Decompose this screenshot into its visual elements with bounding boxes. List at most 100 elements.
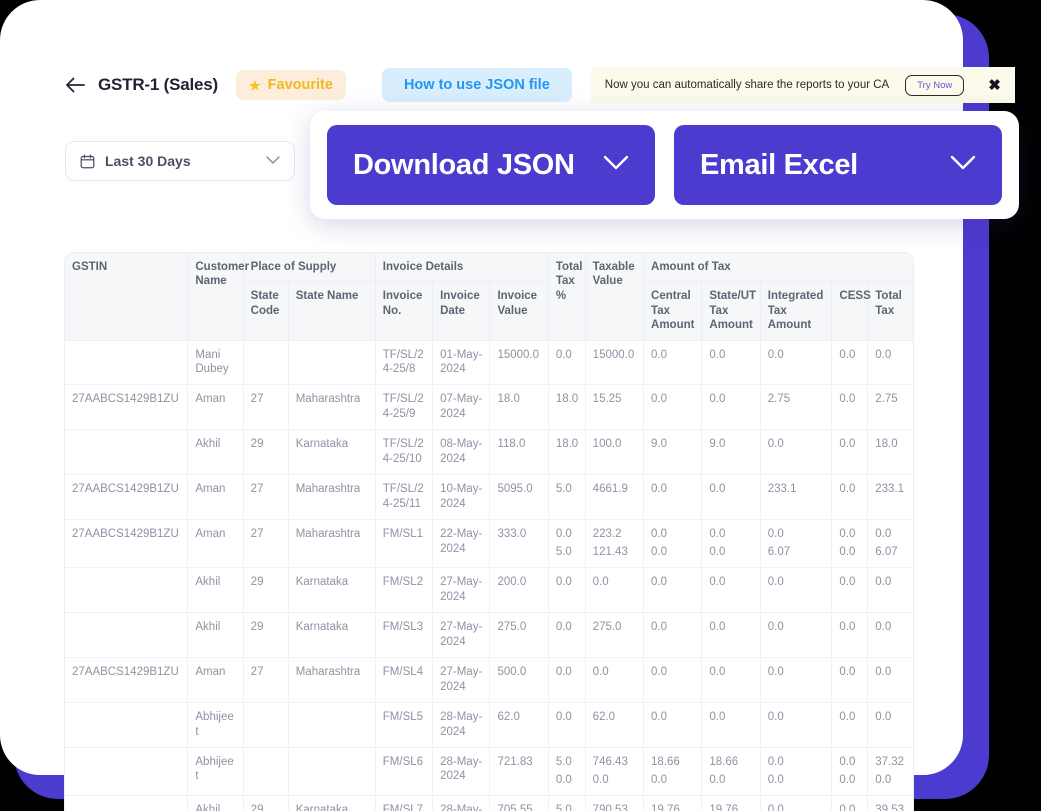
cell-central-tax-amount: 0.0	[644, 568, 702, 613]
cell-invoice-no: TF/SL/24-25/11	[375, 475, 432, 520]
how-to-use-json-link[interactable]: How to use JSON file	[382, 68, 572, 102]
favourite-badge[interactable]: ★ Favourite	[236, 70, 346, 100]
page-title: GSTR-1 (Sales)	[98, 75, 218, 95]
email-excel-button[interactable]: Email Excel	[674, 125, 1002, 205]
cell-central-tax-amount: 0.0	[644, 702, 702, 747]
cell-line-value: 0.0	[875, 348, 909, 363]
cell-line-value: 0.0	[651, 620, 695, 635]
cell-invoice-value: 500.0	[490, 657, 548, 702]
cell-line-value: 15.25	[593, 392, 637, 407]
cell-invoice-value: 15000.0	[490, 340, 548, 385]
cell-total-tax-pct: 18.0	[548, 385, 585, 430]
page-header: GSTR-1 (Sales) ★ Favourite How to use JS…	[62, 66, 1015, 104]
cell-line-value: 18.66	[709, 755, 753, 770]
cell-invoice-no: TF/SL/24-25/8	[375, 340, 432, 385]
cell-total-tax: 0.0	[868, 702, 914, 747]
cell-line-value: 790.53	[593, 803, 637, 811]
date-range-selector[interactable]: Last 30 Days	[65, 141, 295, 181]
cell-gstin: 27AABCS1429B1ZU	[65, 475, 188, 520]
cell-total-tax: 233.1	[868, 475, 914, 520]
cell-customer-name: Abhijeet	[188, 747, 243, 795]
cell-taxable-value: 746.430.0	[585, 747, 643, 795]
email-excel-label: Email Excel	[700, 149, 858, 182]
col-header-state-code: State Code	[243, 282, 288, 340]
cell-line-value: 0.0	[593, 575, 637, 590]
cell-state-ut-tax-amount: 0.0	[702, 612, 760, 657]
cell-line-value: 19.76	[709, 803, 753, 811]
cell-line-value: 19.76	[651, 803, 695, 811]
cell-invoice-date: 27-May-2024	[433, 612, 490, 657]
cell-state-ut-tax-amount: 0.0	[702, 475, 760, 520]
cell-state-ut-tax-amount: 0.0	[702, 568, 760, 613]
cell-integrated-tax-amount: 0.0	[760, 340, 832, 385]
cell-gstin	[65, 612, 188, 657]
promo-banner: Now you can automatically share the repo…	[591, 67, 1015, 103]
cell-line-value: 6.07	[768, 545, 826, 560]
cell-line-value: 223.2	[593, 527, 637, 542]
cell-taxable-value: 15.25	[585, 385, 643, 430]
cell-integrated-tax-amount: 0.0	[760, 702, 832, 747]
cell-customer-name: Aman	[188, 520, 243, 568]
cell-line-value: 5.0	[556, 545, 579, 560]
cell-gstin	[65, 747, 188, 795]
cell-line-value: 0.0	[839, 773, 861, 788]
cell-central-tax-amount: 0.0	[644, 385, 702, 430]
cell-line-value: 0.0	[709, 665, 753, 680]
try-now-button[interactable]: Try Now	[905, 75, 964, 96]
cell-state-name: Maharashtra	[288, 657, 375, 702]
back-arrow-icon[interactable]	[62, 72, 88, 98]
cell-line-value: 18.0	[875, 437, 909, 452]
main-card: GSTR-1 (Sales) ★ Favourite How to use JS…	[0, 0, 963, 775]
cell-line-value: 9.0	[651, 437, 695, 452]
app-root: GSTR-1 (Sales) ★ Favourite How to use JS…	[0, 0, 1041, 811]
cell-cess: 0.0	[832, 612, 868, 657]
cell-total-tax: 39.53	[868, 795, 914, 811]
calendar-icon	[80, 154, 95, 169]
download-json-button[interactable]: Download JSON	[327, 125, 655, 205]
cell-cess: 0.0	[832, 657, 868, 702]
cell-line-value: 0.0	[768, 755, 826, 770]
cell-state-code	[243, 747, 288, 795]
cell-line-value: 0.0	[556, 575, 579, 590]
cell-taxable-value: 223.2121.43	[585, 520, 643, 568]
cell-customer-name: Akhil	[188, 430, 243, 475]
cell-line-value: 0.0	[556, 620, 579, 635]
cell-line-value: 0.0	[768, 575, 826, 590]
col-header-integrated-tax-amount: Integrated Tax Amount	[760, 282, 832, 340]
cell-line-value: 2.75	[875, 392, 909, 407]
cell-state-name: Karnataka	[288, 612, 375, 657]
cell-line-value: 0.0	[768, 665, 826, 680]
cell-invoice-no: FM/SL6	[375, 747, 432, 795]
cell-state-ut-tax-amount: 0.0	[702, 657, 760, 702]
cell-central-tax-amount: 0.0	[644, 475, 702, 520]
cell-gstin: 27AABCS1429B1ZU	[65, 520, 188, 568]
col-header-customer-name: Customer Name	[188, 253, 243, 340]
cell-line-value: 746.43	[593, 755, 637, 770]
cell-line-value: 18.0	[556, 437, 579, 452]
cell-customer-name: Aman	[188, 657, 243, 702]
cell-state-code: 29	[243, 430, 288, 475]
cell-line-value: 0.0	[768, 803, 826, 811]
cell-integrated-tax-amount: 0.0	[760, 795, 832, 811]
cell-line-value: 0.0	[709, 575, 753, 590]
cell-state-ut-tax-amount: 0.0	[702, 340, 760, 385]
table-body: Mani DubeyTF/SL/24-25/801-May-202415000.…	[65, 340, 914, 811]
cell-line-value: 0.0	[709, 773, 753, 788]
cell-central-tax-amount: 0.0	[644, 657, 702, 702]
cell-line-value: 0.0	[709, 710, 753, 725]
cell-line-value: 0.0	[593, 665, 637, 680]
cell-invoice-value: 333.0	[490, 520, 548, 568]
cell-invoice-value: 721.83	[490, 747, 548, 795]
table-row: AbhijeetFM/SL528-May-202462.00.062.00.00…	[65, 702, 914, 747]
cell-customer-name: Akhil	[188, 568, 243, 613]
cell-integrated-tax-amount: 2.75	[760, 385, 832, 430]
cell-line-value: 233.1	[875, 482, 909, 497]
close-icon[interactable]: ✖	[980, 78, 1001, 93]
cell-central-tax-amount: 18.660.0	[644, 747, 702, 795]
cell-total-tax-pct: 0.0	[548, 568, 585, 613]
table-row: Mani DubeyTF/SL/24-25/801-May-202415000.…	[65, 340, 914, 385]
cell-state-ut-tax-amount: 9.0	[702, 430, 760, 475]
cell-invoice-date: 08-May-2024	[433, 430, 490, 475]
col-header-state-ut-tax-amount: State/UT Tax Amount	[702, 282, 760, 340]
cell-line-value: 0.0	[651, 710, 695, 725]
